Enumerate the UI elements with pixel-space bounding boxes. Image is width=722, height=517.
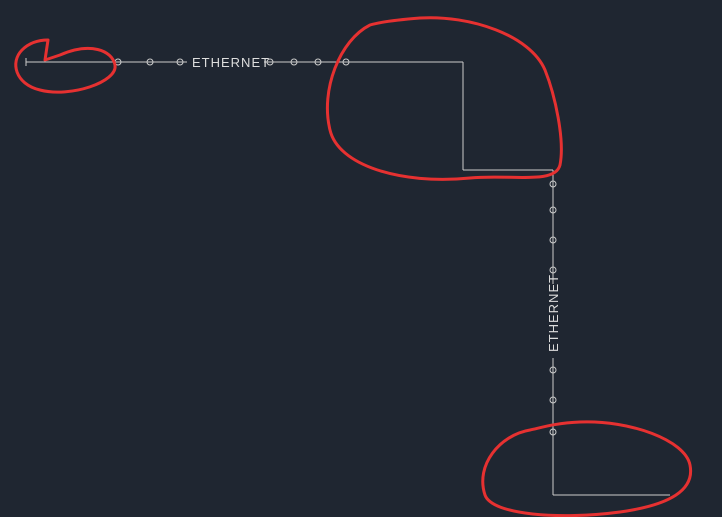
ethernet-label-v: ETHERNET — [546, 274, 561, 352]
annotation-top-right — [327, 18, 561, 180]
annotation-bottom — [483, 422, 691, 516]
ethernet-label-h: ETHERNET — [192, 55, 270, 70]
annotation-left — [16, 40, 115, 92]
cad-canvas[interactable]: ETHERNET ETHERNET — [0, 0, 722, 517]
